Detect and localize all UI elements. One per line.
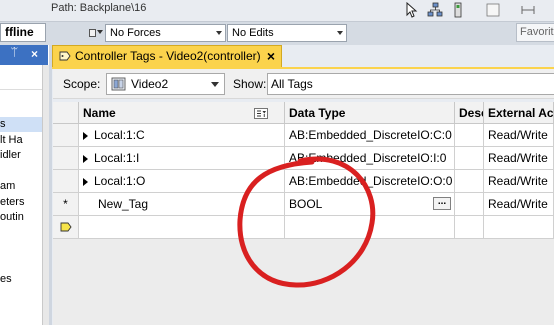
cell-external-access[interactable]: Read/Write (484, 124, 554, 147)
network-tree-icon[interactable] (427, 2, 443, 18)
cell-description[interactable] (455, 124, 484, 147)
cell-name-text: Local:1:I (94, 151, 140, 165)
scope-value: Video2 (131, 77, 169, 91)
row-marker (53, 216, 79, 239)
new-tag-icon (60, 222, 72, 232)
scope-label: Scope: (63, 77, 101, 91)
navigate-icon[interactable] (520, 2, 536, 18)
mode-status-icon (89, 29, 96, 37)
chevron-down-icon (97, 30, 103, 34)
cell-description[interactable] (455, 147, 484, 170)
organizer-toolbar (0, 65, 42, 90)
scope-dropdown[interactable]: Video2 (106, 73, 225, 95)
cell-external-access[interactable]: Read/Write (484, 147, 554, 170)
organizer-item[interactable] (0, 226, 42, 241)
edits-status-text: No Edits (232, 27, 274, 39)
organizer-item[interactable] (0, 164, 42, 179)
controller-mode-field[interactable]: ffline (0, 23, 46, 42)
cell-description[interactable] (455, 170, 484, 193)
column-header-data-type[interactable]: Data Type (285, 102, 455, 124)
edits-status-field[interactable]: No Edits (227, 24, 347, 42)
tags-grid: Name Data Type Desc External Acc Local:1… (53, 102, 554, 325)
tab-title: Controller Tags - Video2(controller) (75, 49, 261, 63)
path-label: Path: Backplane\16 (51, 2, 147, 14)
organizer-item[interactable]: s (0, 117, 42, 132)
cell-data-type-text: AB:Embedded_DiscreteIO:I:0 (289, 151, 447, 165)
column-filter-icon[interactable] (254, 108, 268, 119)
organizer-item[interactable] (0, 257, 42, 272)
organizer-item[interactable]: am (0, 179, 42, 194)
cell-external-access-text: Read/Write (488, 128, 548, 142)
row-marker-text: * (63, 197, 68, 211)
pin-icon[interactable]: ᛠ (11, 47, 18, 59)
controller-icon (111, 77, 126, 91)
chevron-down-icon (216, 31, 222, 35)
tag-icon (59, 51, 71, 61)
organizer-item[interactable]: es (0, 272, 42, 287)
organizer-item[interactable]: idler (0, 148, 42, 163)
organizer-item[interactable]: lt Ha (0, 133, 42, 148)
cell-external-access[interactable] (484, 216, 554, 239)
cell-external-access-text: Read/Write (488, 174, 548, 188)
cell-name[interactable]: Local:1:O (79, 170, 285, 193)
column-header-description[interactable]: Desc (455, 102, 484, 124)
mode-dropdown-button[interactable] (87, 24, 103, 42)
cell-external-access-text: Read/Write (488, 151, 548, 165)
row-marker: * (53, 193, 79, 216)
row-marker (53, 170, 79, 193)
row-marker (53, 147, 79, 170)
organizer-item[interactable] (0, 288, 42, 303)
device-icon[interactable] (450, 2, 466, 18)
cell-name[interactable]: Local:1:C (79, 124, 285, 147)
organizer-item[interactable] (0, 241, 42, 256)
cell-external-access[interactable]: Read/Write (484, 170, 554, 193)
cell-data-type[interactable]: AB:Embedded_DiscreteIO:I:0 (285, 147, 455, 170)
cursor-select-icon[interactable] (404, 2, 420, 18)
row-marker (53, 124, 79, 147)
expand-arrow-icon[interactable] (83, 154, 88, 163)
data-type-browse-button[interactable]: ... (433, 197, 451, 210)
forces-status-field[interactable]: No Forces (105, 24, 226, 42)
expand-arrow-icon[interactable] (83, 177, 88, 186)
cell-name[interactable]: New_Tag (79, 193, 285, 216)
cell-external-access-text: Read/Write (488, 197, 548, 211)
tab-controller-tags[interactable]: Controller Tags - Video2(controller) × (52, 45, 282, 67)
favorites-bar[interactable]: Favorit (516, 23, 554, 42)
expand-arrow-icon[interactable] (83, 131, 88, 140)
organizer-scrollbar[interactable] (42, 65, 49, 325)
grid-corner-header (53, 102, 79, 124)
column-header-external-access[interactable]: External Acc (484, 102, 554, 124)
cell-name[interactable]: Local:1:I (79, 147, 285, 170)
cell-external-access[interactable]: Read/Write (484, 193, 554, 216)
organizer-item[interactable]: eters (0, 195, 42, 210)
panel-icon[interactable] (485, 2, 501, 18)
cell-description[interactable] (455, 193, 484, 216)
cell-data-type[interactable] (285, 216, 455, 239)
show-filter-field[interactable]: All Tags (267, 73, 554, 95)
cell-data-type[interactable]: AB:Embedded_DiscreteIO:O:0 (285, 170, 455, 193)
cell-name-text: Local:1:O (94, 174, 146, 188)
cell-data-type[interactable]: BOOL (285, 193, 455, 216)
show-label: Show: (233, 77, 267, 91)
close-icon[interactable]: × (31, 47, 38, 61)
cell-description[interactable] (455, 216, 484, 239)
chevron-down-icon (337, 31, 343, 35)
cell-name-text: New_Tag (98, 197, 149, 211)
cell-data-type-text: AB:Embedded_DiscreteIO:O:0 (289, 174, 453, 188)
organizer-header: ᛠ × (0, 45, 48, 65)
cell-name-text: Local:1:C (94, 128, 145, 142)
forces-status-text: No Forces (110, 27, 161, 39)
organizer-item[interactable]: outin (0, 210, 42, 225)
chevron-down-icon (211, 82, 219, 87)
cell-data-type-text: AB:Embedded_DiscreteIO:C:0 (289, 128, 452, 142)
cell-name[interactable] (79, 216, 285, 239)
cell-data-type[interactable]: AB:Embedded_DiscreteIO:C:0 (285, 124, 455, 147)
cell-data-type-text: BOOL (289, 197, 323, 211)
close-icon[interactable]: × (267, 46, 275, 67)
